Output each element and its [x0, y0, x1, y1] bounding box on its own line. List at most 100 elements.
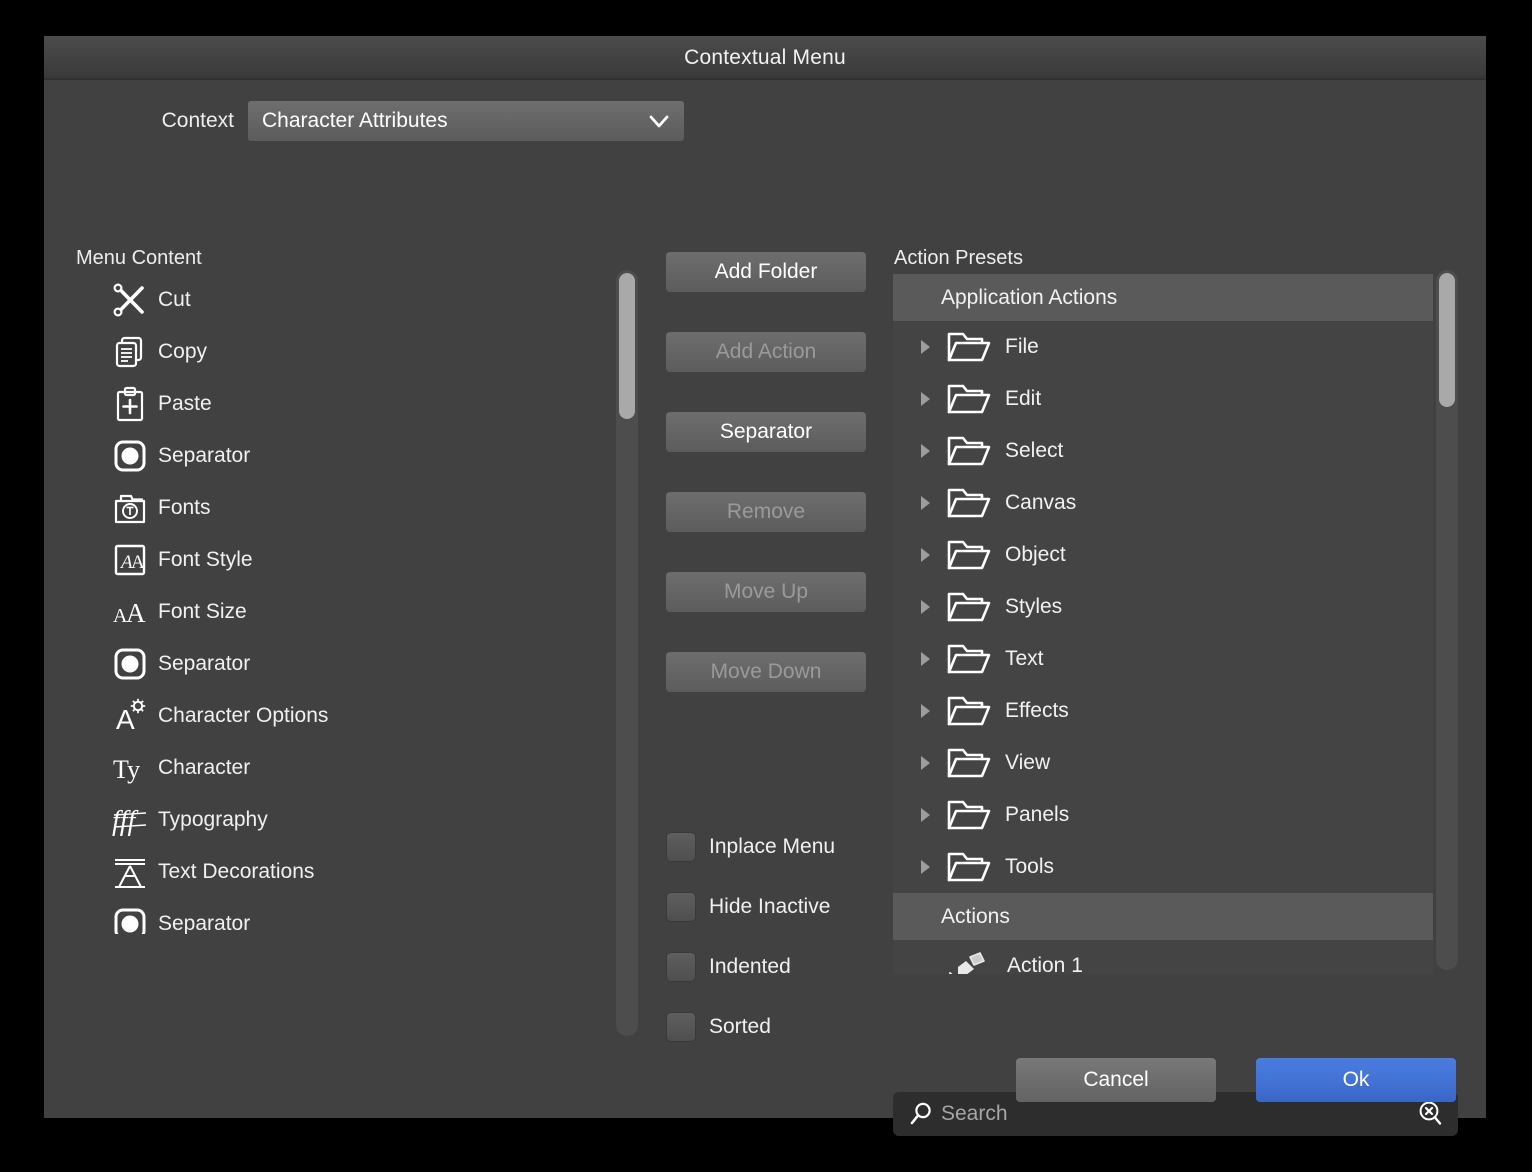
- tree-row-label: Object: [1005, 543, 1066, 566]
- tree-row[interactable]: Panels: [893, 789, 1433, 841]
- svg-text:A: A: [131, 552, 145, 573]
- tree-row-label: Effects: [1005, 699, 1069, 722]
- menu-content-item[interactable]: Separator: [74, 898, 619, 934]
- folder-icon: [945, 382, 993, 416]
- tree-row-label: Canvas: [1005, 491, 1077, 514]
- expand-arrow-icon[interactable]: [911, 593, 939, 621]
- menu-content-item[interactable]: Separator: [74, 430, 619, 482]
- action-presets-tree[interactable]: Application Actions File Edit Select Canvas O…: [893, 274, 1433, 974]
- folder-icon: [945, 642, 993, 676]
- checkbox-inplace-menu[interactable]: Inplace Menu: [666, 832, 835, 862]
- action-presets-scrollbar[interactable]: [1436, 270, 1458, 970]
- menu-content-item[interactable]: Separator: [74, 638, 619, 690]
- fonts-icon: [108, 486, 152, 530]
- tree-row[interactable]: Canvas: [893, 477, 1433, 529]
- add-folder-button[interactable]: Add Folder: [666, 252, 866, 292]
- tree-row[interactable]: Text: [893, 633, 1433, 685]
- menu-content-item-label: Separator: [158, 444, 251, 467]
- font-style-icon: AA: [108, 538, 152, 582]
- folder-icon: [945, 330, 993, 364]
- character-options-icon: A: [108, 694, 152, 738]
- tree-row[interactable]: Tools: [893, 841, 1433, 893]
- tree-row-label: View: [1005, 751, 1051, 774]
- checkbox-sorted[interactable]: Sorted: [666, 1012, 771, 1042]
- separator-button[interactable]: Separator: [666, 412, 866, 452]
- tree-row[interactable]: Edit: [893, 373, 1433, 425]
- cancel-button[interactable]: Cancel: [1016, 1058, 1216, 1102]
- chevron-down-icon: [646, 108, 672, 134]
- search-input[interactable]: Search: [941, 1102, 1414, 1126]
- menu-content-item[interactable]: fff Typography: [74, 794, 619, 846]
- folder-icon: [945, 590, 993, 624]
- tree-header-row[interactable]: Application Actions: [893, 274, 1433, 321]
- menu-content-item[interactable]: Copy: [74, 326, 619, 378]
- tree-row[interactable]: Select: [893, 425, 1433, 477]
- expand-arrow-icon[interactable]: [911, 853, 939, 881]
- checkbox-label: Indented: [709, 955, 791, 978]
- tree-row[interactable]: File: [893, 321, 1433, 373]
- context-dropdown-value: Character Attributes: [262, 109, 448, 132]
- dialog-title: Contextual Menu: [684, 45, 846, 69]
- svg-text:A: A: [126, 598, 146, 628]
- move-up-button: Move Up: [666, 572, 866, 612]
- menu-content-list[interactable]: Cut Copy Paste Separator Fonts A A Font Style A A…: [74, 274, 619, 934]
- menu-content-scrollbar[interactable]: [616, 270, 638, 1036]
- action-presets-title: Action Presets: [894, 247, 1023, 269]
- tree-row-label: Panels: [1005, 803, 1070, 826]
- menu-content-item-label: Font Size: [158, 600, 247, 623]
- ok-button[interactable]: Ok: [1256, 1058, 1456, 1102]
- scrollbar-thumb[interactable]: [619, 273, 635, 419]
- menu-content-item-label: Text Decorations: [158, 860, 315, 883]
- scrollbar-thumb[interactable]: [1439, 273, 1455, 407]
- checkbox-box[interactable]: [666, 832, 696, 862]
- folder-icon: [945, 850, 993, 884]
- context-row: Context Character Attributes: [44, 80, 1486, 162]
- add-action-button: Add Action: [666, 332, 866, 372]
- menu-content-item[interactable]: Text Decorations: [74, 846, 619, 898]
- action-icon: [943, 949, 991, 974]
- menu-content-item[interactable]: A A Font Size: [74, 586, 619, 638]
- character-icon: Ty: [108, 746, 152, 790]
- tree-row[interactable]: Object: [893, 529, 1433, 581]
- menu-content-item[interactable]: Ty Character: [74, 742, 619, 794]
- checkbox-box[interactable]: [666, 892, 696, 922]
- expand-arrow-icon[interactable]: [911, 437, 939, 465]
- expand-arrow-icon[interactable]: [911, 801, 939, 829]
- tree-row-label: Text: [1005, 647, 1044, 670]
- expand-arrow-icon[interactable]: [911, 645, 939, 673]
- tree-row[interactable]: Action 1: [893, 940, 1433, 974]
- menu-content-item-label: Cut: [158, 288, 191, 311]
- svg-text:Ty: Ty: [113, 755, 140, 784]
- dialog-body: Menu Content Action Presets Cut Copy Paste…: [44, 162, 1486, 1136]
- svg-text:fff: fff: [112, 806, 139, 837]
- clear-search-icon[interactable]: [1414, 1098, 1446, 1130]
- text-decorations-icon: [108, 850, 152, 894]
- folder-icon: [945, 798, 993, 832]
- expand-arrow-icon[interactable]: [911, 749, 939, 777]
- context-dropdown[interactable]: Character Attributes: [248, 101, 684, 141]
- remove-button: Remove: [666, 492, 866, 532]
- separator-icon: [108, 434, 152, 478]
- tree-row-label: Select: [1005, 439, 1064, 462]
- menu-content-item[interactable]: A Character Options: [74, 690, 619, 742]
- tree-row-label: Edit: [1005, 387, 1042, 410]
- tree-row[interactable]: Effects: [893, 685, 1433, 737]
- tree-row[interactable]: Styles: [893, 581, 1433, 633]
- expand-arrow-icon[interactable]: [911, 541, 939, 569]
- checkbox-box[interactable]: [666, 952, 696, 982]
- checkbox-box[interactable]: [666, 1012, 696, 1042]
- tree-row[interactable]: View: [893, 737, 1433, 789]
- expand-arrow-icon[interactable]: [911, 697, 939, 725]
- menu-content-item[interactable]: Cut: [74, 274, 619, 326]
- menu-content-item-label: Typography: [158, 808, 268, 831]
- menu-content-item[interactable]: A A Font Style: [74, 534, 619, 586]
- checkbox-hide-inactive[interactable]: Hide Inactive: [666, 892, 830, 922]
- menu-content-item[interactable]: Fonts: [74, 482, 619, 534]
- menu-content-item[interactable]: Paste: [74, 378, 619, 430]
- expand-arrow-icon[interactable]: [911, 489, 939, 517]
- checkbox-indented[interactable]: Indented: [666, 952, 791, 982]
- separator-icon: [108, 902, 152, 934]
- expand-arrow-icon[interactable]: [911, 333, 939, 361]
- expand-arrow-icon[interactable]: [911, 385, 939, 413]
- tree-header-row[interactable]: Actions: [893, 893, 1433, 940]
